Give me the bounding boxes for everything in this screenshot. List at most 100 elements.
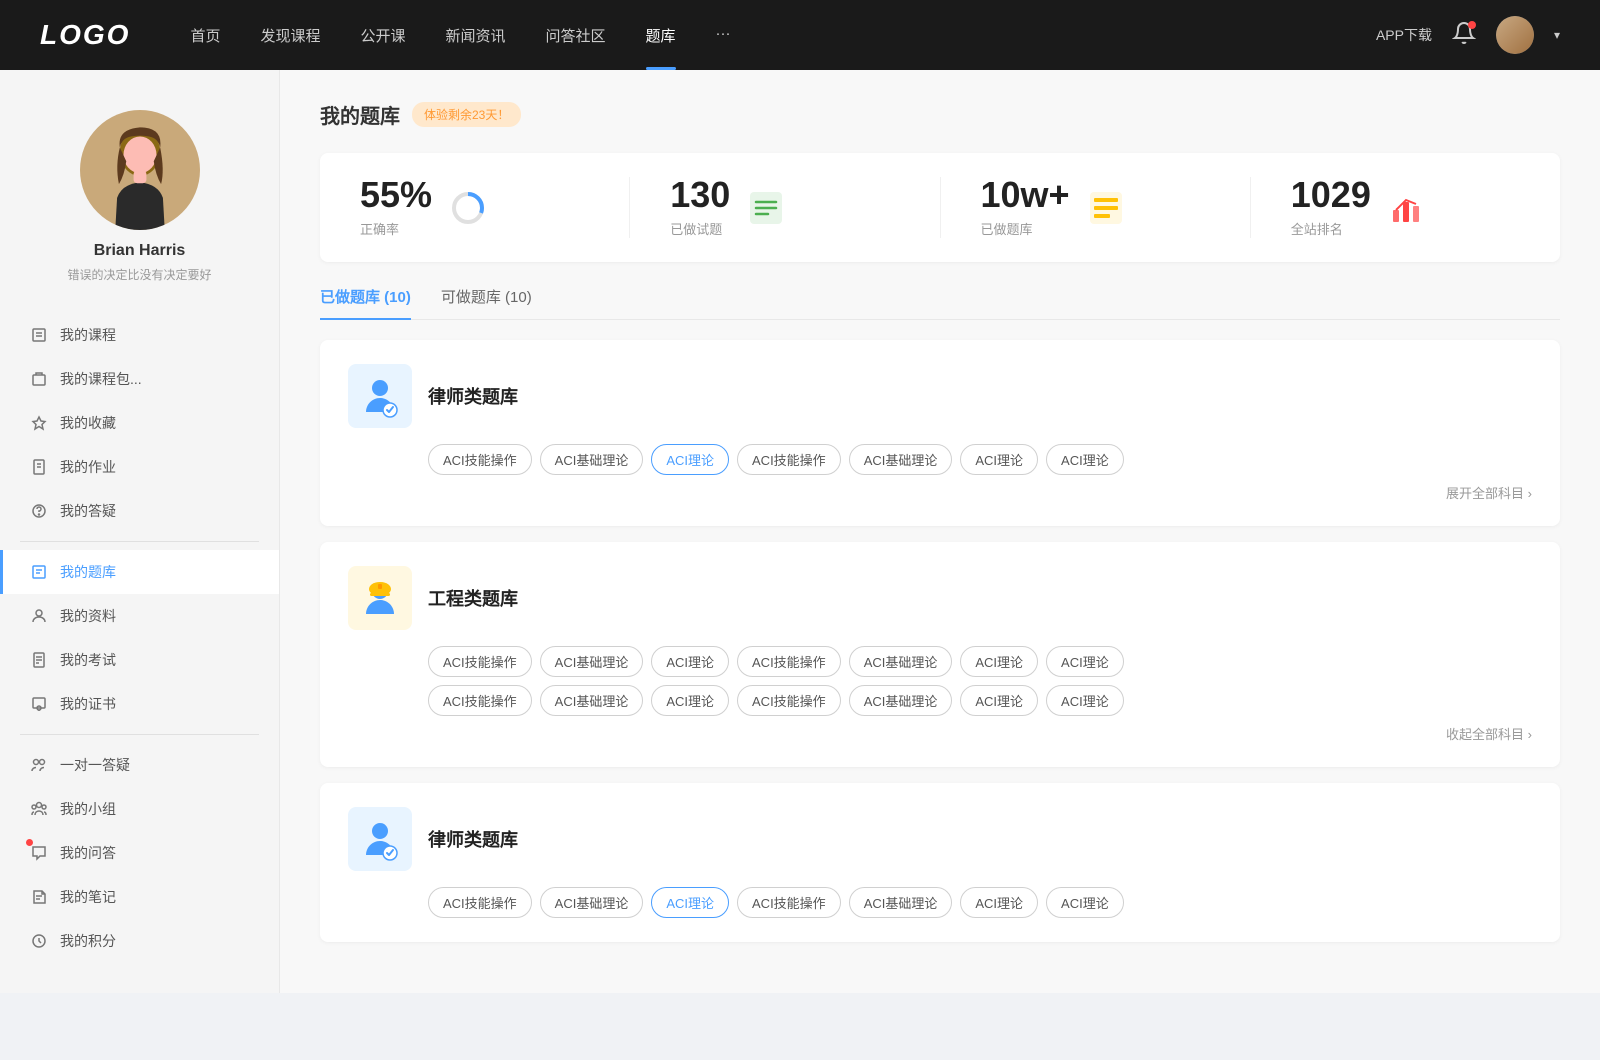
stat-banks-label: 已做题库 <box>981 219 1070 238</box>
bank-tags-3: ACI技能操作 ACI基础理论 ACI理论 ACI技能操作 ACI基础理论 AC… <box>348 887 1532 918</box>
sidebar-item-bank[interactable]: 我的题库 <box>0 550 279 594</box>
course-icon <box>30 326 48 344</box>
nav-bank[interactable]: 题库 <box>646 25 676 46</box>
bank-expand-1[interactable]: 展开全部科目 › <box>348 483 1532 502</box>
bank-tag[interactable]: ACI基础理论 <box>849 685 953 716</box>
bank-tag[interactable]: ACI技能操作 <box>428 887 532 918</box>
bank-tag[interactable]: ACI理论 <box>1046 646 1124 677</box>
avatar-svg <box>95 120 185 230</box>
sidebar-divider-2 <box>20 734 259 735</box>
navbar: LOGO 首页 发现课程 公开课 新闻资讯 问答社区 题库 ··· APP下载 … <box>0 0 1600 70</box>
sidebar-item-courses[interactable]: 我的课程 <box>0 313 279 357</box>
bank-expand-2[interactable]: 收起全部科目 › <box>348 724 1532 743</box>
bank-tag[interactable]: ACI技能操作 <box>428 444 532 475</box>
page-header: 我的题库 体验剩余23天！ <box>320 100 1560 129</box>
nav-links: 首页 发现课程 公开课 新闻资讯 问答社区 题库 ··· <box>190 25 1376 46</box>
logo[interactable]: LOGO <box>40 19 130 51</box>
bank-card-3: 律师类题库 ACI技能操作 ACI基础理论 ACI理论 ACI技能操作 ACI基… <box>320 783 1560 942</box>
exam-icon <box>30 651 48 669</box>
avatar-image <box>1496 16 1534 54</box>
nav-right: APP下载 ▾ <box>1376 16 1560 54</box>
sidebar-item-qa-mine[interactable]: 我的答疑 <box>0 489 279 533</box>
bank-tag[interactable]: ACI理论 <box>960 444 1038 475</box>
sidebar-item-cert[interactable]: 我的证书 <box>0 682 279 726</box>
bank-tag[interactable]: ACI理论 <box>651 685 729 716</box>
sidebar-item-points[interactable]: 我的积分 <box>0 919 279 963</box>
app-download-button[interactable]: APP下载 <box>1376 25 1432 45</box>
qa-icon <box>30 844 48 862</box>
page-title: 我的题库 <box>320 100 400 129</box>
bank-tag[interactable]: ACI技能操作 <box>737 444 841 475</box>
bank-icon-lawyer-2 <box>348 807 412 871</box>
stat-accuracy: 55% 正确率 <box>320 177 630 238</box>
profile-motto: 错误的决定比没有决定要好 <box>67 266 211 283</box>
stat-ranking-value: 1029 <box>1291 177 1371 213</box>
points-icon <box>30 932 48 950</box>
bank-tag[interactable]: ACI技能操作 <box>737 685 841 716</box>
tab-available[interactable]: 可做题库 (10) <box>441 286 532 319</box>
trial-badge: 体验剩余23天！ <box>412 102 521 127</box>
stat-accuracy-label: 正确率 <box>360 219 432 238</box>
profile-avatar <box>80 110 200 230</box>
nav-home[interactable]: 首页 <box>190 25 220 46</box>
bank-tag[interactable]: ACI理论 <box>1046 685 1124 716</box>
bank-tag[interactable]: ACI理论 <box>960 685 1038 716</box>
sidebar-item-questions[interactable]: 我的问答 <box>0 831 279 875</box>
bank-tag[interactable]: ACI理论 <box>960 646 1038 677</box>
bank-tag[interactable]: ACI基础理论 <box>540 685 644 716</box>
package-icon <box>30 370 48 388</box>
bank-tags-1: ACI技能操作 ACI基础理论 ACI理论 ACI技能操作 ACI基础理论 AC… <box>348 444 1532 475</box>
bank-tag[interactable]: ACI基础理论 <box>849 444 953 475</box>
bank-tag[interactable]: ACI理论 <box>651 646 729 677</box>
sidebar-item-profile[interactable]: 我的资料 <box>0 594 279 638</box>
bank-tag-active[interactable]: ACI理论 <box>651 444 729 475</box>
sidebar-item-packages[interactable]: 我的课程包... <box>0 357 279 401</box>
sidebar-item-exam[interactable]: 我的考试 <box>0 638 279 682</box>
sidebar-item-favorites[interactable]: 我的收藏 <box>0 401 279 445</box>
nav-more[interactable]: ··· <box>716 25 731 46</box>
sidebar-item-notes[interactable]: 我的笔记 <box>0 875 279 919</box>
bank-tag[interactable]: ACI理论 <box>1046 444 1124 475</box>
sidebar-item-group[interactable]: 我的小组 <box>0 787 279 831</box>
stat-ranking: 1029 全站排名 <box>1251 177 1560 238</box>
stat-banks: 10w+ 已做题库 <box>941 177 1251 238</box>
bank-tag[interactable]: ACI基础理论 <box>849 646 953 677</box>
nav-courses[interactable]: 发现课程 <box>260 25 320 46</box>
bank-icon-lawyer-1 <box>348 364 412 428</box>
bank-tag[interactable]: ACI基础理论 <box>540 444 644 475</box>
bank-tag[interactable]: ACI技能操作 <box>428 646 532 677</box>
questions-icon <box>746 188 786 228</box>
bank-tag-active[interactable]: ACI理论 <box>651 887 729 918</box>
bank-tag[interactable]: ACI技能操作 <box>428 685 532 716</box>
bank-tag[interactable]: ACI理论 <box>960 887 1038 918</box>
qa-dot <box>26 839 33 846</box>
bank-tag[interactable]: ACI基础理论 <box>540 646 644 677</box>
sidebar-menu: 我的课程 我的课程包... 我的收藏 <box>0 313 279 963</box>
bank-title-1: 律师类题库 <box>428 383 518 409</box>
bank-title-2: 工程类题库 <box>428 585 518 611</box>
user-menu-arrow[interactable]: ▾ <box>1554 28 1560 42</box>
sidebar-item-homework[interactable]: 我的作业 <box>0 445 279 489</box>
cert-icon <box>30 695 48 713</box>
bank-tag[interactable]: ACI技能操作 <box>737 887 841 918</box>
bank-tags-2-row1: ACI技能操作 ACI基础理论 ACI理论 ACI技能操作 ACI基础理论 AC… <box>348 646 1532 677</box>
bank-tag[interactable]: ACI基础理论 <box>849 887 953 918</box>
bank-tag[interactable]: ACI基础理论 <box>540 887 644 918</box>
tabs-row: 已做题库 (10) 可做题库 (10) <box>320 286 1560 320</box>
nav-open-course[interactable]: 公开课 <box>360 25 405 46</box>
user-avatar[interactable] <box>1496 16 1534 54</box>
stat-questions: 130 已做试题 <box>630 177 940 238</box>
bank-tags-2-row2: ACI技能操作 ACI基础理论 ACI理论 ACI技能操作 ACI基础理论 AC… <box>348 685 1532 716</box>
sidebar: Brian Harris 错误的决定比没有决定要好 我的课程 <box>0 70 280 993</box>
bank-title-3: 律师类题库 <box>428 826 518 852</box>
bank-tag[interactable]: ACI理论 <box>1046 887 1124 918</box>
stat-questions-label: 已做试题 <box>670 219 730 238</box>
sidebar-item-one-on-one[interactable]: 一对一答疑 <box>0 743 279 787</box>
profile-icon <box>30 607 48 625</box>
notification-bell[interactable] <box>1452 21 1476 50</box>
star-icon <box>30 414 48 432</box>
nav-qa[interactable]: 问答社区 <box>546 25 606 46</box>
bank-tag[interactable]: ACI技能操作 <box>737 646 841 677</box>
nav-news[interactable]: 新闻资讯 <box>446 25 506 46</box>
tab-done[interactable]: 已做题库 (10) <box>320 286 411 319</box>
